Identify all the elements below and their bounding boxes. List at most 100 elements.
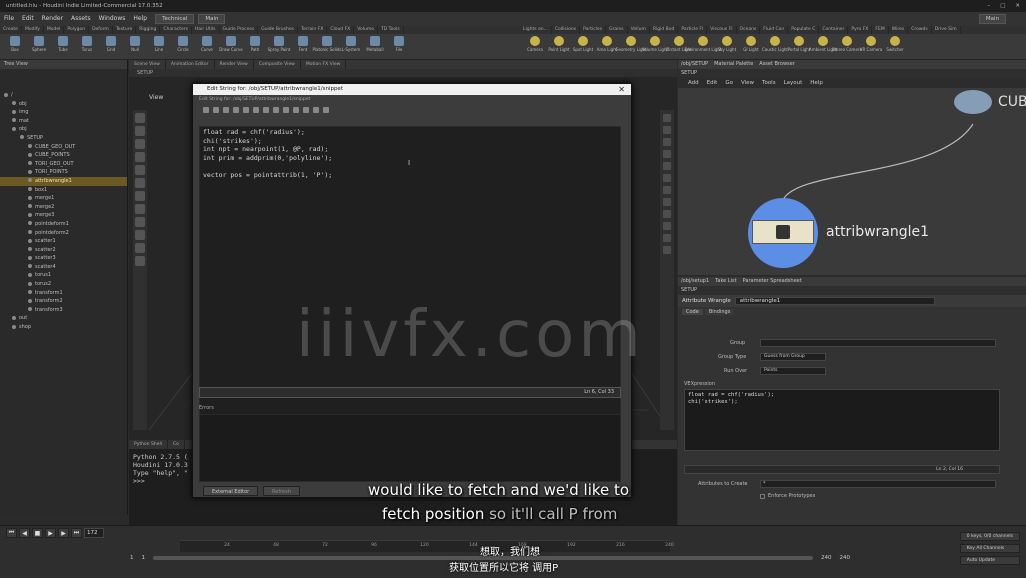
- menu-file[interactable]: File: [0, 12, 18, 26]
- build-selector[interactable]: Main: [978, 14, 1006, 24]
- shelf-tool-button[interactable]: Line: [148, 36, 170, 52]
- indent-icon[interactable]: [273, 107, 279, 113]
- move-tool-icon[interactable]: [135, 126, 145, 136]
- light-shelf-tab[interactable]: Particles: [580, 26, 607, 34]
- shelf-tab[interactable]: Create: [0, 26, 22, 34]
- tree-item[interactable]: scatter3: [0, 254, 127, 263]
- tree-item[interactable]: merge2: [0, 203, 127, 212]
- network-editor[interactable]: /obj/SETUP Material Palette Asset Browser …: [678, 60, 1026, 275]
- view-tool-icon[interactable]: [135, 191, 145, 201]
- light-tool-button[interactable]: Stereo Camera: [832, 36, 862, 52]
- light-tool-button[interactable]: Portal Light: [788, 36, 810, 52]
- stop-icon[interactable]: ■: [32, 528, 43, 538]
- shelf-tab[interactable]: Texture: [113, 26, 137, 34]
- network-canvas[interactable]: CUBE attribwrangle1: [678, 88, 1026, 275]
- font-icon[interactable]: [303, 107, 309, 113]
- tab-bindings[interactable]: Bindings: [704, 309, 735, 315]
- tree-item[interactable]: pointdeform2: [0, 229, 127, 238]
- network-tab[interactable]: /obj/SETUP: [681, 60, 708, 69]
- tree-item[interactable]: transform3: [0, 306, 127, 315]
- vexpression-editor[interactable]: float rad = chf('radius'); chi('strikes')…: [684, 389, 1000, 451]
- python-tab[interactable]: Python Shell: [129, 440, 169, 449]
- ghost-icon[interactable]: [663, 186, 671, 194]
- shelf-tool-button[interactable]: Path: [244, 36, 266, 52]
- magnet-tool-icon[interactable]: [135, 230, 145, 240]
- group-type-select[interactable]: Guess from Group: [760, 353, 826, 361]
- light-shelf-tab[interactable]: Oceans: [737, 26, 761, 34]
- tree-item[interactable]: img: [0, 108, 127, 117]
- tree-item[interactable]: out: [0, 314, 127, 323]
- guide-icon[interactable]: [663, 210, 671, 218]
- shelf-tool-button[interactable]: Platonic Solids: [313, 36, 341, 52]
- tree-item[interactable]: shop: [0, 323, 127, 332]
- shelf-tab[interactable]: Characters: [160, 26, 192, 34]
- jump-end-icon[interactable]: ⏭: [71, 528, 82, 538]
- dialog-close-icon[interactable]: ✕: [618, 84, 625, 95]
- replace-icon[interactable]: [263, 107, 269, 113]
- tree-item[interactable]: torus1: [0, 271, 127, 280]
- step-forward-icon[interactable]: ▶: [58, 528, 69, 538]
- shelf-tab[interactable]: Rigging: [136, 26, 161, 34]
- redo-icon[interactable]: [213, 107, 219, 113]
- python-tab[interactable]: Co: [168, 440, 185, 449]
- start-frame[interactable]: 1: [130, 555, 134, 561]
- light-tool-button[interactable]: Environment Light: [685, 36, 721, 52]
- light-shelf-tab[interactable]: FEM: [872, 26, 889, 34]
- menu-render[interactable]: Render: [38, 12, 67, 26]
- menu-edit[interactable]: Edit: [18, 12, 38, 26]
- shelf-tool-button[interactable]: File: [388, 36, 410, 52]
- tree-item[interactable]: TORI_GEO_OUT: [0, 160, 127, 169]
- light-shelf-tab[interactable]: Lights an...: [520, 26, 552, 34]
- light-tool-icon[interactable]: [135, 256, 145, 266]
- paste-icon[interactable]: [243, 107, 249, 113]
- viewport-tab[interactable]: Scene View: [129, 60, 166, 69]
- tree-item[interactable]: scatter1: [0, 237, 127, 246]
- maximize-button[interactable]: □: [1000, 0, 1005, 12]
- light-shelf-tab[interactable]: Grains: [606, 26, 628, 34]
- shelf-tool-button[interactable]: Spray Paint: [268, 36, 290, 52]
- end-frame-2[interactable]: 240: [840, 555, 851, 561]
- light-shelf-tab[interactable]: Fluid Con: [760, 26, 789, 34]
- close-button[interactable]: ✕: [1015, 0, 1020, 12]
- viewport-tab[interactable]: Render View: [215, 60, 254, 69]
- tree-item[interactable]: SETUP: [0, 134, 127, 143]
- shelf-tab[interactable]: Guide Process: [220, 26, 259, 34]
- shelf-tool-button[interactable]: Curve: [196, 36, 218, 52]
- network-menu-item[interactable]: Edit: [707, 78, 718, 88]
- outdent-icon[interactable]: [283, 107, 289, 113]
- parameter-tab[interactable]: Take List: [715, 277, 736, 286]
- rotate-tool-icon[interactable]: [135, 139, 145, 149]
- run-over-select[interactable]: Points: [760, 367, 826, 375]
- tree-item[interactable]: mat: [0, 117, 127, 126]
- tree-item[interactable]: torus2: [0, 280, 127, 289]
- shelf-tab[interactable]: Polygon: [64, 26, 90, 34]
- light-shelf-tab[interactable]: Drive Sim: [932, 26, 961, 34]
- shelf-tool-button[interactable]: Sphere: [28, 36, 50, 52]
- menu-assets[interactable]: Assets: [67, 12, 95, 26]
- tree-item[interactable]: CUBE_GEO_OUT: [0, 143, 127, 152]
- shelf-tab[interactable]: Volume: [354, 26, 379, 34]
- main-selector[interactable]: Main: [198, 14, 226, 24]
- handle-tool-icon[interactable]: [135, 165, 145, 175]
- tree-item[interactable]: scatter2: [0, 246, 127, 255]
- node-name-field[interactable]: attribwrangle1: [734, 297, 935, 305]
- shelf-tool-button[interactable]: L-System: [340, 36, 362, 52]
- scale-tool-icon[interactable]: [135, 152, 145, 162]
- shelf-tab[interactable]: Model: [44, 26, 65, 34]
- menu-help[interactable]: Help: [129, 12, 151, 26]
- step-back-icon[interactable]: ◀: [19, 528, 30, 538]
- light-shelf-tab[interactable]: Viscous Fl: [707, 26, 737, 34]
- shelf-tool-button[interactable]: Null: [124, 36, 146, 52]
- settings-icon[interactable]: [323, 107, 329, 113]
- light-tool-button[interactable]: Sky Light: [716, 36, 738, 52]
- light-tool-button[interactable]: Switcher: [884, 36, 906, 52]
- enforce-prototypes-checkbox[interactable]: [760, 493, 765, 499]
- light-shelf-tab[interactable]: Wires: [889, 26, 909, 34]
- cut-icon[interactable]: [223, 107, 229, 113]
- end-frame[interactable]: 240: [821, 555, 832, 561]
- attributes-field[interactable]: *: [760, 480, 996, 488]
- external-editor-button[interactable]: External Editor: [203, 486, 259, 496]
- viewport-tab[interactable]: Motion FX View: [301, 60, 347, 69]
- comment-icon[interactable]: [293, 107, 299, 113]
- auto-update-button[interactable]: Auto Update: [959, 556, 1020, 565]
